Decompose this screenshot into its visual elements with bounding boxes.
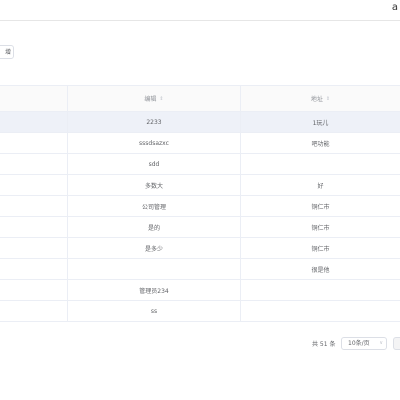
page-size-select[interactable]: 10条/页 ∨ xyxy=(341,337,387,350)
table-cell xyxy=(240,301,400,321)
table-cell xyxy=(240,154,400,174)
sort-icon[interactable]: ⇕ xyxy=(326,96,330,102)
table-cell xyxy=(67,259,240,279)
column-header-edit[interactable]: 编辑 ⇕ xyxy=(67,86,240,111)
table-header-row: 编辑 ⇕ 地址 ⇕ xyxy=(0,86,400,112)
table-cell xyxy=(0,133,67,153)
pagination-total: 共 51 条 xyxy=(312,341,336,348)
toolbar-button[interactable]: 增 xyxy=(0,45,14,59)
table-row[interactable]: 是的 铜仁市 xyxy=(0,217,400,238)
top-navigation-bar: a xyxy=(0,0,400,21)
table-cell: ss xyxy=(67,301,240,321)
table-cell: 吧功能 xyxy=(240,133,400,153)
chevron-down-icon: ∨ xyxy=(379,340,383,346)
table-cell: 管理员234 xyxy=(67,280,240,300)
table-cell: sssdsazxc xyxy=(67,133,240,153)
sort-icon[interactable]: ⇕ xyxy=(159,96,163,102)
table-cell: sdd xyxy=(67,154,240,174)
pagination: 共 51 条 10条/页 ∨ xyxy=(0,337,400,351)
table-cell: 多数大 xyxy=(67,175,240,195)
table-cell xyxy=(0,259,67,279)
column-header-address[interactable]: 地址 ⇕ xyxy=(240,86,400,111)
table-cell: 好 xyxy=(240,175,400,195)
table-row[interactable]: 管理员234 xyxy=(0,280,400,301)
table-row[interactable]: 很是他 xyxy=(0,259,400,280)
table-cell: 铜仁市 xyxy=(240,238,400,258)
table-cell: 铜仁市 xyxy=(240,217,400,237)
prev-page-button[interactable] xyxy=(393,337,400,350)
page-size-value: 10条/页 xyxy=(348,340,370,347)
table-row[interactable]: ss xyxy=(0,301,400,322)
table-cell xyxy=(0,112,67,132)
column-header-0 xyxy=(0,86,67,111)
table-cell: 公司管理 xyxy=(67,196,240,216)
table-cell xyxy=(240,280,400,300)
table-row[interactable]: sssdsazxc 吧功能 xyxy=(0,133,400,154)
table-row[interactable]: sdd xyxy=(0,154,400,175)
table-row[interactable]: 是多少 铜仁市 xyxy=(0,238,400,259)
user-menu[interactable]: a xyxy=(392,2,398,13)
table-cell xyxy=(0,301,67,321)
table-cell: 很是他 xyxy=(240,259,400,279)
table-row[interactable]: 2233 1玩儿 xyxy=(0,112,400,133)
column-header-label: 编辑 xyxy=(144,96,157,103)
table-cell xyxy=(0,217,67,237)
table-cell: 铜仁市 xyxy=(240,196,400,216)
table-cell xyxy=(0,175,67,195)
column-header-label: 地址 xyxy=(310,96,323,103)
table-cell: 是多少 xyxy=(67,238,240,258)
table-cell: 2233 xyxy=(67,112,240,132)
table-cell: 是的 xyxy=(67,217,240,237)
table-cell xyxy=(0,196,67,216)
table-row[interactable]: 多数大 好 xyxy=(0,175,400,196)
table-cell xyxy=(0,280,67,300)
table-row[interactable]: 公司管理 铜仁市 xyxy=(0,196,400,217)
data-table: 编辑 ⇕ 地址 ⇕ 2233 1玩儿 sssdsazxc 吧功能 sdd 多数大… xyxy=(0,85,400,322)
table-cell: 1玩儿 xyxy=(240,112,400,132)
table-cell xyxy=(0,238,67,258)
table-cell xyxy=(0,154,67,174)
